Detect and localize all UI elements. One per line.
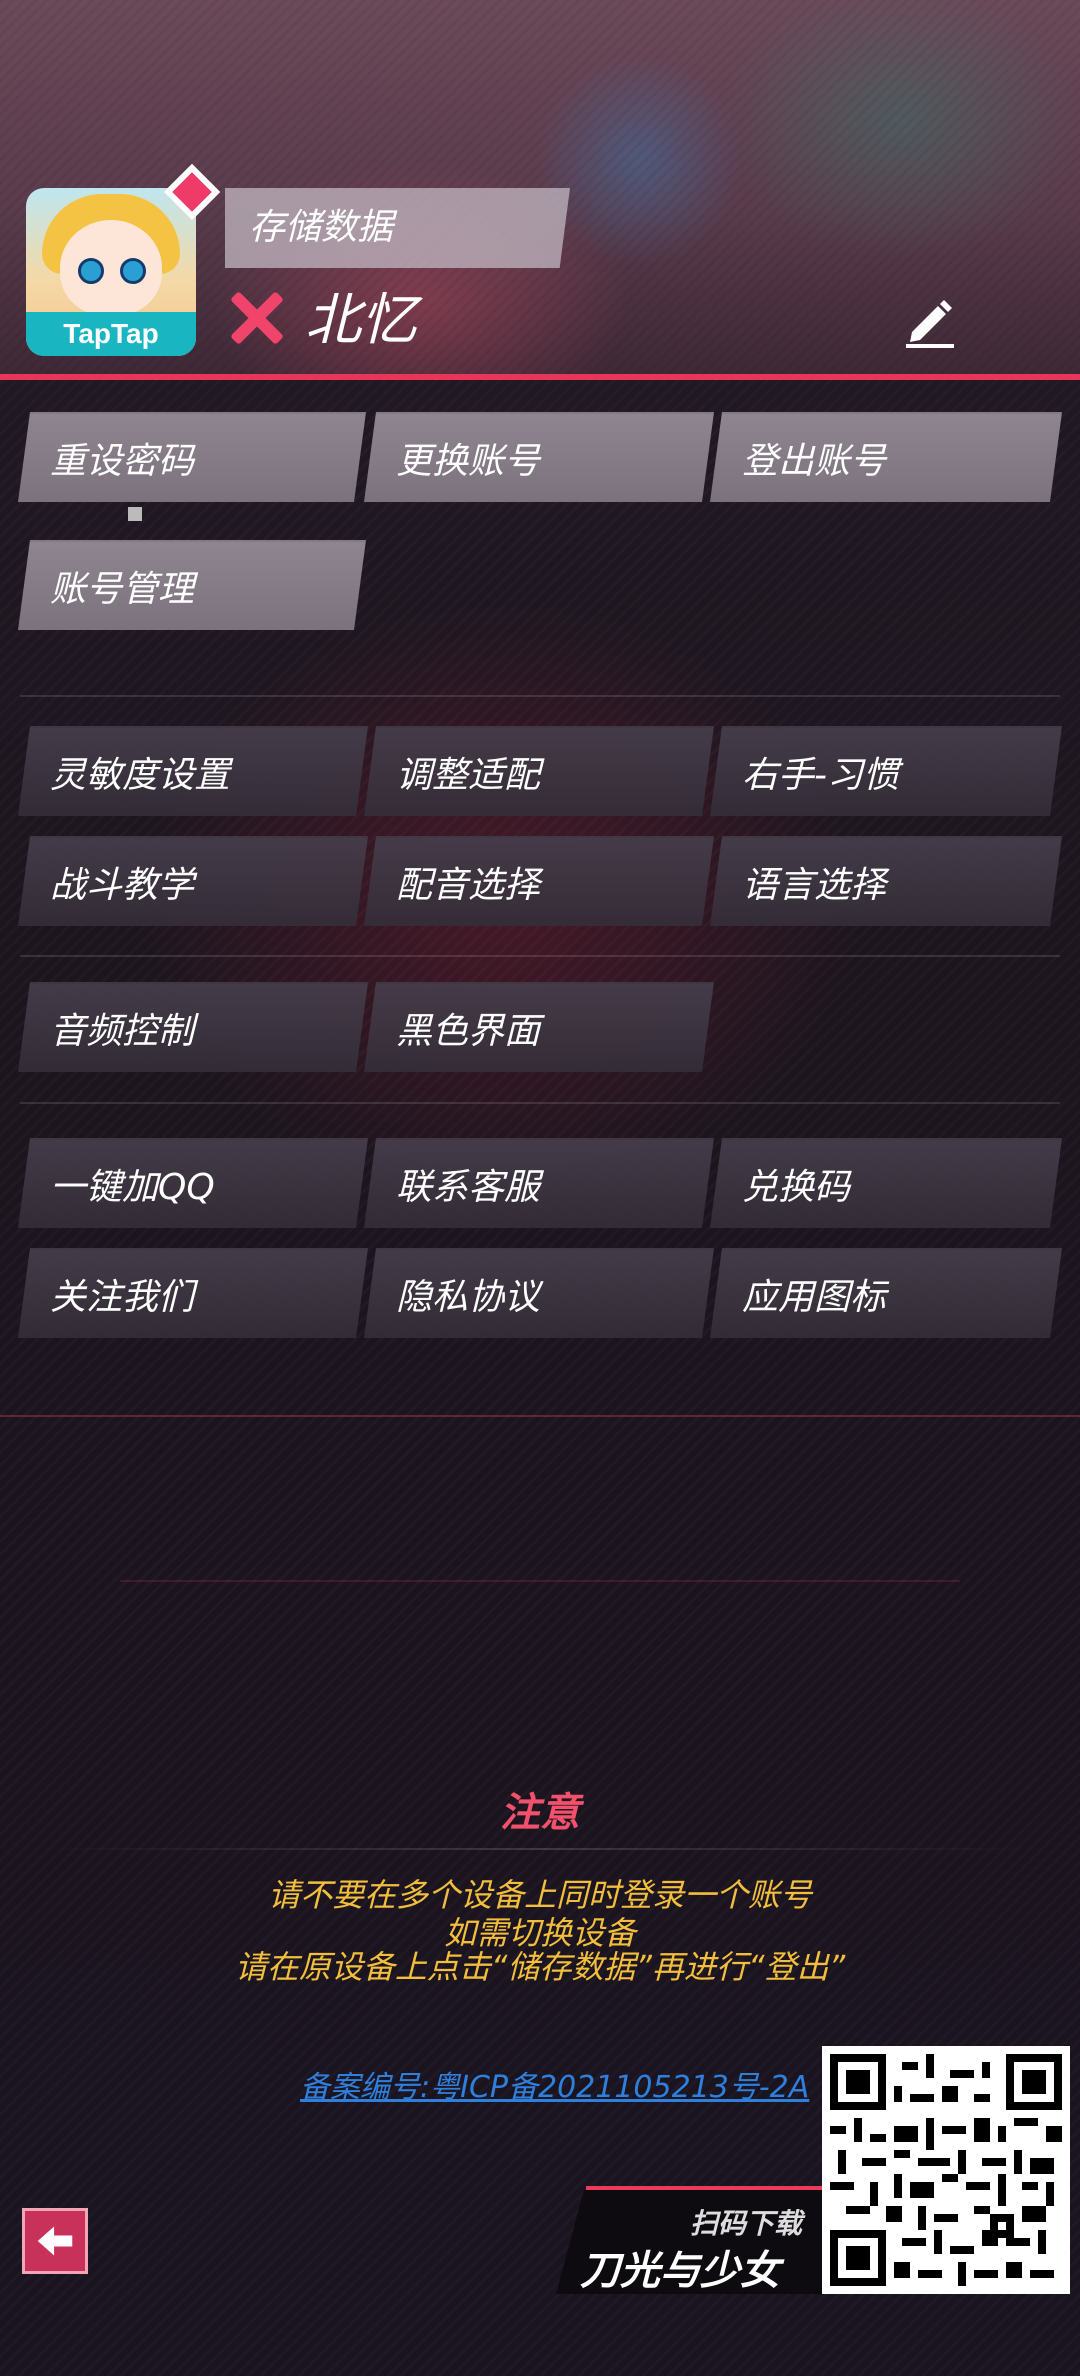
avatar-eye [120,258,146,284]
language-selection-button[interactable]: 语言选择 [710,836,1062,926]
game-title-logo: 刀光与少女 [580,2248,780,2294]
avatar-face [60,220,162,316]
download-promo-banner: 扫码下载 刀光与少女 [556,2190,822,2294]
adjust-fit-button[interactable]: 调整适配 [364,726,714,816]
right-hand-habit-button[interactable]: 右手-习惯 [710,726,1062,816]
header-border [0,374,1080,380]
divider [20,1102,1060,1104]
avatar-eye [78,258,104,284]
combat-tutorial-button[interactable]: 战斗教学 [18,836,368,926]
bg-accent-line [120,1580,960,1582]
avatar[interactable]: TapTap [26,188,196,356]
notice-title: 注意 [500,1790,580,1836]
save-data-button[interactable]: 存储数据 [225,188,570,268]
reset-password-button[interactable]: 重设密码 [18,412,366,502]
notice-line: 请在原设备上点击“储存数据”再进行“登出” [234,1948,846,1986]
divider [20,955,1060,957]
audio-control-button[interactable]: 音频控制 [18,982,368,1072]
logout-button[interactable]: 登出账号 [710,412,1062,502]
download-qr-code [822,2046,1070,2294]
redeem-code-button[interactable]: 兑换码 [710,1138,1062,1228]
edit-pencil-icon[interactable] [902,292,958,348]
small-marker [128,507,142,521]
dark-ui-button[interactable]: 黑色界面 [364,982,714,1072]
privacy-policy-button[interactable]: 隐私协议 [364,1248,714,1338]
switch-account-button[interactable]: 更换账号 [364,412,714,502]
close-icon[interactable] [228,290,284,346]
contact-support-button[interactable]: 联系客服 [364,1138,714,1228]
follow-us-button[interactable]: 关注我们 [18,1248,368,1338]
arrow-left-icon [37,2226,73,2256]
app-icon-button[interactable]: 应用图标 [710,1248,1062,1338]
back-button[interactable] [22,2208,88,2274]
divider [20,695,1060,697]
sensitivity-settings-button[interactable]: 灵敏度设置 [18,726,368,816]
bg-accent-line [0,1415,1080,1417]
notice-divider [40,1848,1040,1850]
account-management-button[interactable]: 账号管理 [18,540,366,630]
username: 北忆 [305,288,417,353]
join-qq-button[interactable]: 一键加QQ [18,1138,368,1228]
voice-selection-button[interactable]: 配音选择 [364,836,714,926]
scan-download-label: 扫码下载 [689,2207,802,2240]
taptap-logo-text: TapTap [26,312,196,356]
icp-link[interactable]: 备案编号:粤ICP备2021105213号-2A [300,2062,809,2106]
